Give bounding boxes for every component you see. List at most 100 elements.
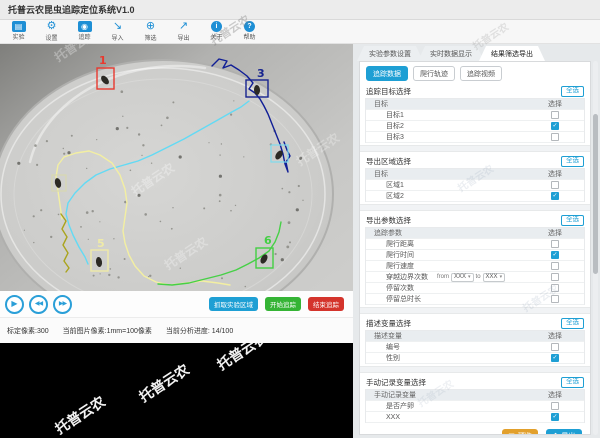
subtab-0[interactable]: 追踪数据 xyxy=(366,66,408,81)
checkbox[interactable]: ✓ xyxy=(551,192,559,200)
section-divider xyxy=(360,145,590,152)
column-header-check: 选择 xyxy=(526,331,584,341)
status-item-2: 当前分析进度: 14/100 xyxy=(166,326,233,336)
toolbar-filter-label: 筛选 xyxy=(144,33,156,42)
section-3-table: 描述变量选择编号性别✓ xyxy=(365,330,585,364)
toolbar-tracking-button[interactable]: ◉追踪 xyxy=(68,20,101,44)
column-header-label: 目标 xyxy=(366,99,526,109)
range-to-select[interactable]: XXX▾ xyxy=(483,273,506,282)
row-label-text: 性别 xyxy=(386,353,400,363)
table-row: 性别 ✓ xyxy=(366,353,584,364)
section-1: 导出区域选择全选目标选择区域1区域2✓ xyxy=(360,154,590,202)
preview-label: 预览 xyxy=(518,431,532,435)
subtab-1[interactable]: 爬行轨迹 xyxy=(413,66,455,81)
export-icon: ↥ xyxy=(553,432,559,435)
video-view[interactable]: 1356托普云农托普云农托普云农托普云农 xyxy=(0,44,353,291)
checkbox[interactable] xyxy=(551,133,559,141)
forward-button[interactable]: ▶▶ xyxy=(53,295,72,314)
toolbar-help-button[interactable]: ?帮助 xyxy=(233,20,266,44)
scrollbar-track[interactable] xyxy=(593,61,598,435)
toolbar-about-label: 关于 xyxy=(210,32,222,41)
export-type-subtabs: 追踪数据爬行轨迹追踪视频 xyxy=(360,62,590,84)
select-all-button[interactable]: 全选 xyxy=(561,215,584,226)
row-label: 穿越边界次数fromXXX▾toXXX▾ xyxy=(366,272,526,282)
range-from-select[interactable]: XXX▾ xyxy=(451,273,474,282)
row-label: 编号 xyxy=(366,342,526,352)
target-3-label: 3 xyxy=(257,67,265,80)
row-label-text: 爬行距离 xyxy=(386,239,414,249)
range-to-label: to xyxy=(476,274,481,280)
checkbox[interactable] xyxy=(551,402,559,410)
checkbox[interactable] xyxy=(551,262,559,270)
toolbar-import-button[interactable]: ↘导入 xyxy=(101,20,134,44)
capture-region-button[interactable]: 抓取实验区域 xyxy=(209,297,258,311)
checkbox[interactable] xyxy=(551,181,559,189)
section-2-header: 导出参数选择 全选 xyxy=(360,213,590,227)
select-all-button[interactable]: 全选 xyxy=(561,156,584,167)
checkbox[interactable] xyxy=(551,111,559,119)
range-from-value: XXX xyxy=(454,274,466,280)
checkbox[interactable] xyxy=(551,273,559,281)
section-title: 描述变量选择 xyxy=(366,318,411,329)
toolbar-filter-button[interactable]: ⊕筛选 xyxy=(134,20,167,44)
checkbox[interactable]: ✓ xyxy=(551,413,559,421)
range-from-label: from xyxy=(437,274,449,280)
select-all-button[interactable]: 全选 xyxy=(561,318,584,329)
panel-footer: ▤预览 ↥导出 xyxy=(360,423,590,435)
table-row: 编号 xyxy=(366,342,584,353)
checkbox[interactable]: ✓ xyxy=(551,354,559,362)
camera-icon: ◉ xyxy=(78,21,92,32)
select-all-button[interactable]: 全选 xyxy=(561,377,584,388)
row-label: 目标1 xyxy=(366,110,526,120)
row-check-cell xyxy=(526,111,584,119)
section-title: 导出参数选择 xyxy=(366,215,411,226)
table-row: 穿越边界次数fromXXX▾toXXX▾ xyxy=(366,272,584,283)
checkbox[interactable]: ✓ xyxy=(551,122,559,130)
toolbar-experiment-button[interactable]: ▤实验 xyxy=(2,20,35,44)
export-button[interactable]: ↥导出 xyxy=(546,429,582,435)
play-button[interactable]: ▶ xyxy=(5,295,24,314)
row-label: 区域1 xyxy=(366,180,526,190)
table-row: 爬行速度 xyxy=(366,261,584,272)
table-header-row: 目标选择 xyxy=(366,99,584,110)
select-all-button[interactable]: 全选 xyxy=(561,86,584,97)
checkbox[interactable] xyxy=(551,284,559,292)
panel-tab-0[interactable]: 实验参数设置 xyxy=(357,46,423,61)
rewind-button[interactable]: ◀◀ xyxy=(29,295,48,314)
column-header-label: 追踪参数 xyxy=(366,228,526,238)
toolbar-tracking-label: 追踪 xyxy=(78,32,90,41)
row-label: 区域2 xyxy=(366,191,526,201)
gear-icon: ⚙ xyxy=(47,20,57,33)
section-title: 手动记录变量选择 xyxy=(366,377,426,388)
table-header-row: 追踪参数选择 xyxy=(366,228,584,239)
chevron-down-icon: ▾ xyxy=(468,274,471,280)
scrollbar-thumb[interactable] xyxy=(593,114,598,274)
row-label: 目标3 xyxy=(366,132,526,142)
checkbox[interactable] xyxy=(551,343,559,351)
toolbar-export-label: 导出 xyxy=(177,33,189,42)
range-to-value: XXX xyxy=(486,274,498,280)
panel-tab-1[interactable]: 实时数据显示 xyxy=(418,46,484,61)
preview-button[interactable]: ▤预览 xyxy=(502,429,538,435)
status-bar: 标定像素:300当前图片像素:1mm=100像素当前分析进度: 14/100 xyxy=(0,317,353,343)
toolbar-about-button[interactable]: i关于 xyxy=(200,20,233,44)
forward-icon: ▶▶ xyxy=(59,301,66,307)
checkbox[interactable] xyxy=(551,295,559,303)
toolbar-settings-button[interactable]: ⚙设置 xyxy=(35,20,68,44)
toolbar-export-button[interactable]: ↗导出 xyxy=(167,20,200,44)
panel-tab-2[interactable]: 结果筛选导出 xyxy=(479,46,545,61)
start-tracking-button[interactable]: 开始追踪 xyxy=(265,297,301,311)
toolbar-help-label: 帮助 xyxy=(243,32,255,41)
row-label-text: 是否产卵 xyxy=(386,401,414,411)
subtab-2[interactable]: 追踪视频 xyxy=(460,66,502,81)
stop-tracking-button[interactable]: 结束追踪 xyxy=(308,297,344,311)
bottom-black-strip: 托普云农托普云农托普云农 xyxy=(0,343,353,438)
section-divider xyxy=(360,307,590,314)
checkbox[interactable] xyxy=(551,240,559,248)
row-check-cell xyxy=(526,262,584,270)
checkbox[interactable]: ✓ xyxy=(551,251,559,259)
row-label: 停留次数 xyxy=(366,283,526,293)
row-check-cell xyxy=(526,181,584,189)
panel-tab-bar: 实验参数设置实时数据显示结果筛选导出 xyxy=(357,46,540,61)
petri-dish-image: 1356托普云农托普云农托普云农托普云农 xyxy=(0,44,353,291)
